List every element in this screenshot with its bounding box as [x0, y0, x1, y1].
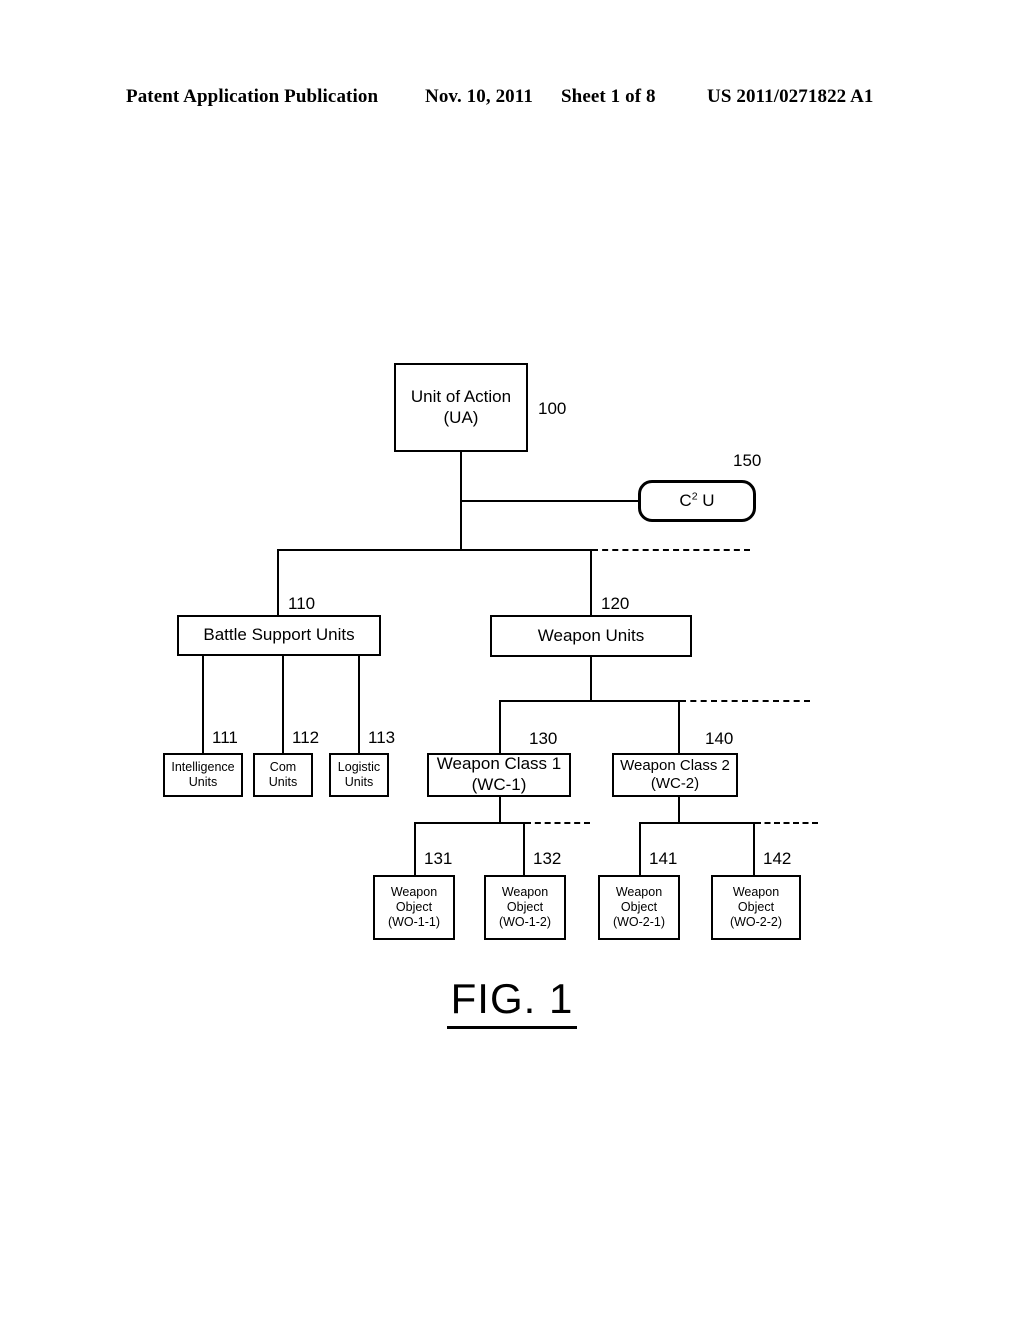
node-unit-of-action[interactable]: Unit of Action (UA) [394, 363, 528, 452]
node-weapon-units[interactable]: Weapon Units [490, 615, 692, 657]
node-unit-of-action-line2: (UA) [443, 407, 479, 427]
header-sheet-text: Sheet 1 of 8 [561, 86, 656, 107]
ref-numeral-142: 142 [763, 849, 792, 868]
connector-drop-intelligence-units [202, 656, 204, 753]
node-weapon-object-2-1[interactable]: Weapon Object (WO-2-1) [598, 875, 680, 940]
ref-numeral-113: 113 [368, 728, 396, 747]
connector-weapon-class-bus-dashed-extension [680, 700, 810, 702]
connector-drop-weapon-object-2-1 [639, 822, 641, 875]
connector-weapon-object-bus-1 [414, 822, 525, 824]
node-weapon-class-2-line2: (WC-2) [650, 775, 700, 792]
connector-level2-bus [277, 549, 592, 551]
connector-ua-to-c2u [460, 500, 640, 502]
node-intelligence-units-line2: Units [188, 775, 218, 789]
node-weapon-object-2-1-line2: Object [620, 899, 658, 914]
connector-weapon-object-bus-2-dashed-extension [755, 822, 818, 824]
node-weapon-object-1-1[interactable]: Weapon Object (WO-1-1) [373, 875, 455, 940]
node-weapon-object-1-1-line3: (WO-1-1) [387, 915, 441, 930]
patent-figure-page: Patent Application Publication Nov. 10, … [0, 0, 1024, 1320]
connector-weapon-object-bus-2 [639, 822, 755, 824]
connector-drop-logistic-units [358, 656, 360, 753]
node-weapon-object-1-2-line2: Object [506, 899, 544, 914]
connector-drop-com-units [282, 656, 284, 753]
connector-weapon-class-bus [499, 700, 680, 702]
ref-numeral-110: 110 [288, 594, 316, 613]
connector-weapon-class-1-trunk [499, 797, 501, 823]
connector-weapon-units-trunk [590, 657, 592, 701]
node-weapon-object-1-2-line1: Weapon [501, 884, 549, 899]
node-weapon-class-1-line1: Weapon Class 1 [436, 754, 562, 774]
node-weapon-class-2[interactable]: Weapon Class 2 (WC-2) [612, 753, 738, 797]
connector-drop-battle-support-units [277, 549, 279, 615]
node-weapon-object-2-1-line3: (WO-2-1) [612, 915, 666, 930]
node-com-units-line1: Com [269, 759, 297, 774]
node-weapon-class-1-line2: (WC-1) [471, 775, 527, 794]
ref-numeral-100: 100 [538, 399, 567, 418]
ref-numeral-140: 140 [705, 729, 734, 748]
ref-numeral-132: 132 [533, 849, 562, 868]
node-intelligence-units[interactable]: Intelligence Units [163, 753, 243, 797]
connector-drop-weapon-class-1 [499, 700, 501, 753]
connector-drop-weapon-object-1-2 [523, 822, 525, 875]
ref-numeral-111: 111 [212, 728, 238, 747]
node-c2u-label: C2 U [679, 490, 715, 510]
connector-weapon-class-2-trunk [678, 797, 680, 823]
connector-drop-weapon-object-2-2 [753, 822, 755, 875]
connector-drop-weapon-class-2 [678, 700, 680, 753]
node-logistic-units-line1: Logistic [337, 759, 381, 774]
connector-drop-weapon-object-1-1 [414, 822, 416, 875]
node-com-units-line2: Units [268, 775, 298, 789]
node-intelligence-units-line1: Intelligence [171, 759, 235, 774]
node-weapon-object-2-2-line2: Object [737, 899, 775, 914]
node-weapon-object-2-2-line1: Weapon [732, 884, 780, 899]
patent-header: Patent Application Publication Nov. 10, … [0, 86, 1024, 112]
node-com-units[interactable]: Com Units [253, 753, 313, 797]
ref-numeral-130: 130 [529, 729, 558, 748]
node-battle-support-units-label: Battle Support Units [203, 625, 355, 645]
ref-numeral-150: 150 [733, 451, 762, 470]
node-logistic-units[interactable]: Logistic Units [329, 753, 389, 797]
node-weapon-object-2-2[interactable]: Weapon Object (WO-2-2) [711, 875, 801, 940]
node-c2u[interactable]: C2 U [638, 480, 756, 522]
node-weapon-object-1-1-line2: Object [395, 899, 433, 914]
node-weapon-object-1-1-line1: Weapon [390, 884, 438, 899]
ref-numeral-141: 141 [649, 849, 678, 868]
connector-drop-weapon-units [590, 549, 592, 615]
node-unit-of-action-line1: Unit of Action [410, 386, 512, 406]
node-logistic-units-line2: Units [344, 775, 374, 789]
node-weapon-class-1[interactable]: Weapon Class 1 (WC-1) [427, 753, 571, 797]
node-battle-support-units[interactable]: Battle Support Units [177, 615, 381, 656]
header-publication-text: Patent Application Publication [126, 86, 379, 107]
ref-numeral-120: 120 [601, 594, 630, 613]
node-weapon-object-2-2-line3: (WO-2-2) [729, 915, 783, 930]
node-weapon-object-1-2-line3: (WO-1-2) [498, 915, 552, 930]
node-weapon-object-1-2[interactable]: Weapon Object (WO-1-2) [484, 875, 566, 940]
header-date-text: Nov. 10, 2011 [425, 86, 533, 107]
node-weapon-units-label: Weapon Units [537, 625, 645, 645]
node-weapon-object-2-1-line1: Weapon [615, 884, 663, 899]
ref-numeral-131: 131 [424, 849, 453, 868]
connector-level2-bus-dashed-extension [592, 549, 750, 551]
node-weapon-class-2-line1: Weapon Class 2 [620, 756, 730, 774]
figure-caption: FIG. 1 [0, 975, 1024, 1029]
header-publication-number: US 2011/0271822 A1 [707, 86, 874, 107]
ref-numeral-112: 112 [292, 728, 320, 747]
connector-weapon-object-bus-1-dashed-extension [525, 822, 590, 824]
figure-caption-text: FIG. 1 [446, 975, 578, 1029]
